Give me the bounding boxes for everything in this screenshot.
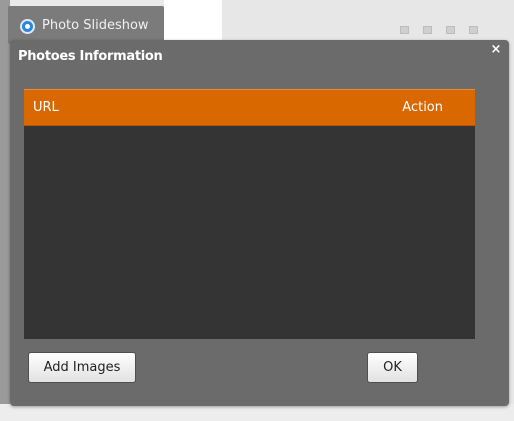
close-icon[interactable]: ×	[489, 43, 503, 57]
column-header-url: URL	[33, 100, 59, 115]
photos-information-dialog: Photoes Information × URL Action Add Ima…	[10, 40, 509, 406]
add-images-button[interactable]: Add Images	[28, 352, 136, 383]
column-header-action: Action	[402, 100, 443, 115]
toolbar-square-icon	[446, 26, 455, 34]
table-header: URL Action	[24, 89, 475, 126]
dialog-title: Photoes Information	[18, 49, 163, 64]
background-bottom-strip	[0, 404, 514, 421]
background-left-strip	[0, 0, 10, 421]
background-panel-gap	[164, 0, 222, 40]
ok-button[interactable]: OK	[367, 352, 418, 383]
photos-table: URL Action	[24, 89, 475, 339]
toolbar-square-icon	[400, 26, 409, 34]
photo-slideshow-tab-label: Photo Slideshow	[42, 18, 149, 33]
radio-icon	[20, 19, 35, 34]
photo-slideshow-tab[interactable]: Photo Slideshow	[8, 6, 164, 44]
toolbar-square-icon	[469, 26, 478, 34]
toolbar-square-icon	[423, 26, 432, 34]
